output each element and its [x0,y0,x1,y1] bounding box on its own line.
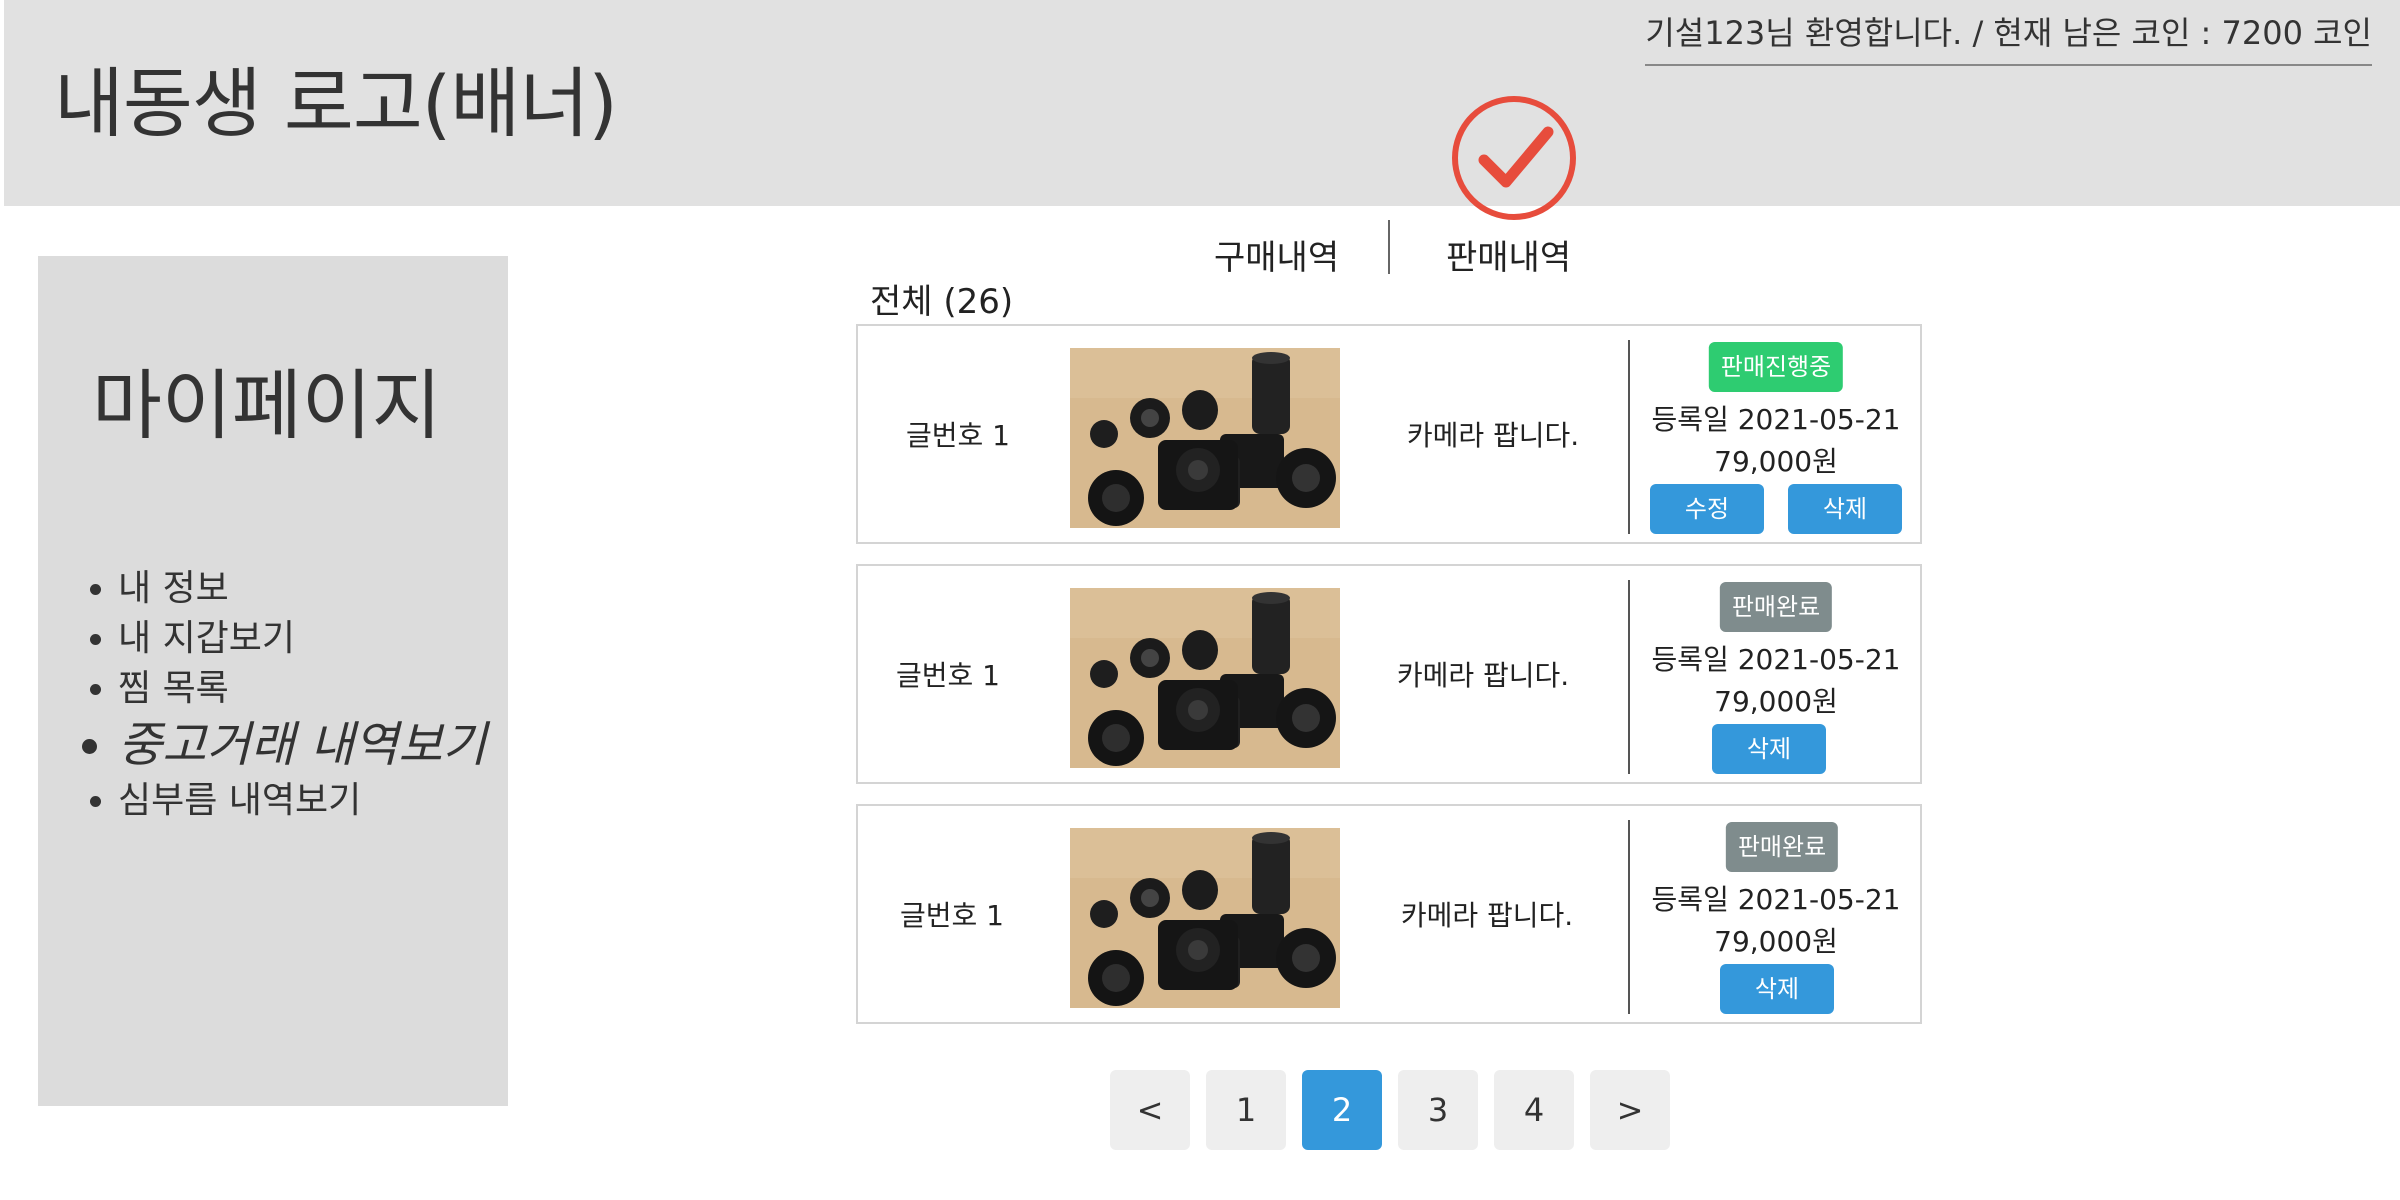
item-title[interactable]: 카메라 팝니다. [1342,806,1632,1022]
item-price: 79,000원 [1714,445,1838,478]
registered-date: 등록일 2021-05-21 [1651,643,1901,676]
top-banner: 내동생 로고(배너) 기설123님 환영합니다. / 현재 남은 코인 : 72… [4,0,2400,206]
edit-button[interactable]: 수정 [1650,484,1764,534]
item-thumbnail[interactable] [1070,588,1340,768]
status-badge: 판매진행중 [1708,342,1844,392]
item-status-panel: 판매완료 등록일 2021-05-21 79,000원 삭제 [1630,566,1922,782]
page-button-2[interactable]: 2 [1302,1070,1382,1150]
sidebar-item-wishlist[interactable]: 찜 목록 [118,664,487,714]
sidebar-menu: 내 정보 내 지갑보기 찜 목록 중고거래 내역보기 심부름 내역보기 [118,564,487,826]
checkmark-icon [1452,96,1576,220]
item-title[interactable]: 카메라 팝니다. [1338,566,1628,782]
tab-divider [1388,220,1390,274]
prev-page-button[interactable]: < [1110,1070,1190,1150]
total-count: 전체 (26) [870,282,1014,322]
post-number: 글번호 1 [906,419,1010,452]
site-logo[interactable]: 내동생 로고(배너) [54,42,618,152]
registered-date: 등록일 2021-05-21 [1651,403,1901,436]
item-thumbnail[interactable] [1070,828,1340,1008]
sidebar-item-my-wallet[interactable]: 내 지갑보기 [118,614,487,664]
item-thumbnail[interactable] [1070,348,1340,528]
status-badge: 판매완료 [1725,822,1839,872]
item-status-panel: 판매완료 등록일 2021-05-21 79,000원 삭제 [1630,806,1922,1022]
delete-button[interactable]: 삭제 [1720,964,1834,1014]
tab-purchase-history[interactable]: 구매내역 [1214,230,1339,279]
item-title[interactable]: 카메라 팝니다. [1348,326,1638,542]
welcome-coin-status: 기설123님 환영합니다. / 현재 남은 코인 : 7200 코인 [1645,8,2372,66]
page-button-4[interactable]: 4 [1494,1070,1574,1150]
list-item[interactable]: 글번호 1 카메라 팝니다. 판매완료 등록일 2021-05-21 79,00… [856,564,1922,784]
registered-date: 등록일 2021-05-21 [1651,883,1901,916]
sidebar-title: 마이페이지 [92,361,442,450]
delete-button[interactable]: 삭제 [1712,724,1826,774]
page-button-1[interactable]: 1 [1206,1070,1286,1150]
post-number: 글번호 1 [900,899,1004,932]
page-button-3[interactable]: 3 [1398,1070,1478,1150]
sidebar-item-my-info[interactable]: 내 정보 [118,564,487,614]
list-item[interactable]: 글번호 1 카메라 팝니다. 판매완료 등록일 2021-05-21 79,00… [856,804,1922,1024]
status-badge: 판매완료 [1719,582,1833,632]
sidebar-item-errand-history[interactable]: 심부름 내역보기 [118,776,487,826]
history-tabs: 구매내역 판매내역 [1180,220,1580,278]
post-number: 글번호 1 [896,659,1000,692]
list-item[interactable]: 글번호 1 카메라 팝니다. 판매진행중 등록일 2021-05-21 79,0… [856,324,1922,544]
next-page-button[interactable]: > [1590,1070,1670,1150]
mypage-sidebar: 마이페이지 내 정보 내 지갑보기 찜 목록 중고거래 내역보기 심부름 내역보… [38,256,508,1106]
delete-button[interactable]: 삭제 [1788,484,1902,534]
item-price: 79,000원 [1714,925,1838,958]
item-price: 79,000원 [1714,685,1838,718]
item-status-panel: 판매진행중 등록일 2021-05-21 79,000원 수정 삭제 [1630,326,1922,542]
tab-sales-history[interactable]: 판매내역 [1446,230,1571,279]
sidebar-item-trade-history[interactable]: 중고거래 내역보기 [118,714,487,776]
